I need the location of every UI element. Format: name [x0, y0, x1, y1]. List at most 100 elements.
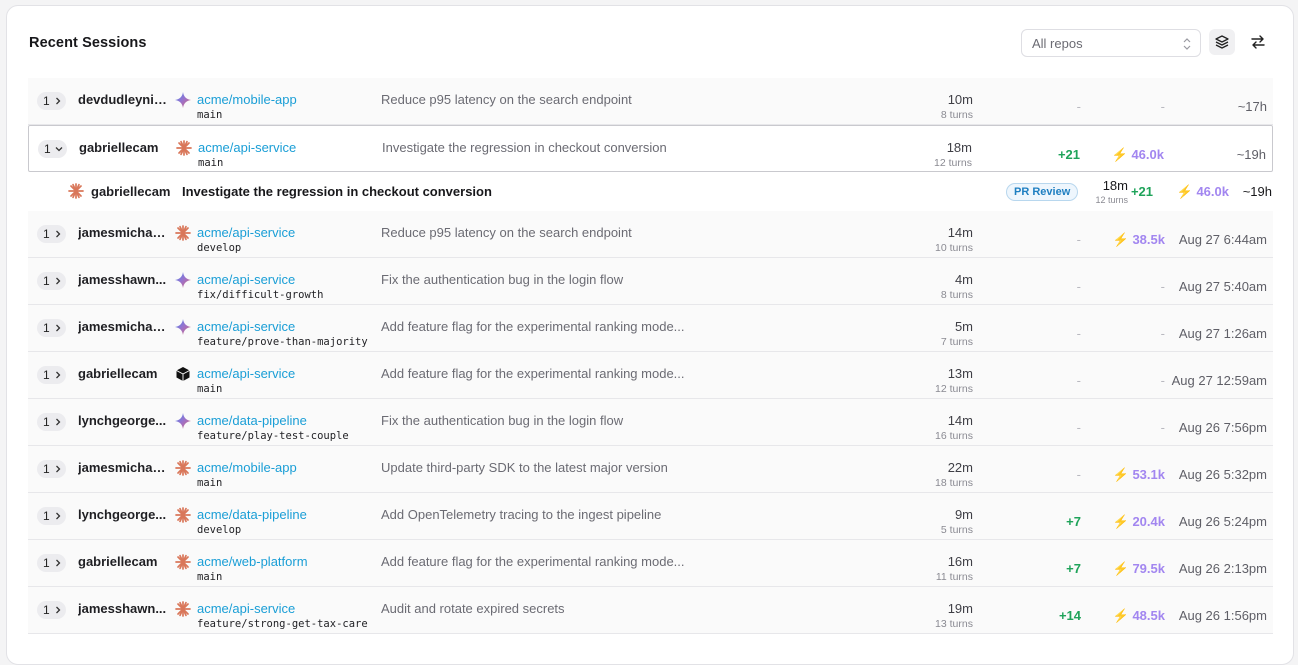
branch-name: develop [197, 524, 242, 536]
expand-toggle[interactable]: 1 [37, 366, 66, 384]
session-row[interactable]: 1 devdudleynic... acme/mobile-app main Reduc… [28, 78, 1273, 125]
repo-link[interactable]: acme/mobile-app [197, 92, 297, 107]
session-detail-row[interactable]: gabriellecam Investigate the regression i… [28, 172, 1273, 211]
expand-toggle[interactable]: 1 [37, 319, 66, 337]
repo-link[interactable]: acme/api-service [197, 601, 295, 616]
chevron-right-icon [55, 606, 61, 614]
session-count: 1 [43, 603, 50, 617]
panel-title: Recent Sessions [29, 35, 147, 51]
branch-name: main [197, 109, 223, 121]
branch-name: main [197, 477, 223, 489]
session-user: gabriellecam [79, 140, 159, 155]
expand-toggle[interactable]: 1 [37, 272, 66, 290]
lines-added: +21 [1057, 147, 1080, 162]
session-row[interactable]: 1 gabriellecam acme/web-platform main Add fe… [28, 540, 1273, 587]
sparkle-icon [175, 319, 191, 335]
session-duration: 18m [946, 140, 972, 155]
repo-link[interactable]: acme/api-service [197, 319, 295, 334]
token-count: ⚡ 79.5k [1112, 561, 1165, 576]
expand-toggle[interactable]: 1 [37, 601, 66, 619]
recent-sessions-panel: Recent Sessions All repos 1 devdudleynic.… [6, 5, 1294, 665]
branch-name: feature/play-test-couple [197, 430, 349, 442]
repo-filter-value: All repos [1032, 36, 1083, 51]
session-row[interactable]: 1 gabriellecam acme/api-service main Add fea… [28, 352, 1273, 399]
session-duration: 10m [947, 92, 973, 107]
session-user: lynchgeorge... [78, 413, 167, 428]
session-count: 1 [43, 227, 50, 241]
session-row[interactable]: 1 gabriellecam acme/api-service main Investi… [28, 125, 1273, 172]
repo-link[interactable]: acme/api-service [197, 225, 295, 240]
session-time: Aug 26 5:32pm [1178, 467, 1267, 482]
expand-toggle[interactable]: 1 [37, 413, 66, 431]
repo-link[interactable]: acme/web-platform [197, 554, 308, 569]
session-row[interactable]: 1 jamesmichae... acme/api-service develop Re… [28, 211, 1273, 258]
session-row[interactable]: 1 jamesmichae... acme/mobile-app main Update… [28, 446, 1273, 493]
session-count: 1 [43, 509, 50, 523]
session-turns: 11 turns [935, 571, 973, 583]
chevron-updown-icon [1183, 38, 1191, 50]
branch-name: feature/strong-get-tax-care [197, 618, 368, 630]
session-duration: 5m [954, 319, 973, 334]
burst-icon [176, 140, 192, 156]
lines-added: +7 [1066, 514, 1081, 529]
token-count: - [1160, 420, 1165, 435]
session-time: Aug 26 1:56pm [1178, 608, 1267, 623]
session-row[interactable]: 1 lynchgeorge... acme/data-pipeline feature… [28, 399, 1273, 446]
branch-name: main [197, 571, 223, 583]
session-duration: 14m [947, 225, 973, 240]
session-count: 1 [43, 274, 50, 288]
session-count: 1 [43, 321, 50, 335]
lines-added: +21 [1130, 184, 1153, 199]
session-task: Add feature flag for the experimental ra… [381, 366, 685, 381]
session-count: 1 [43, 556, 50, 570]
branch-name: main [198, 157, 224, 169]
expand-toggle[interactable]: 1 [37, 554, 66, 572]
session-turns: 12 turns [934, 157, 972, 169]
lines-added: - [1076, 99, 1081, 114]
repo-link[interactable]: acme/api-service [197, 272, 295, 287]
repo-filter-select[interactable]: All repos [1021, 29, 1201, 57]
expand-toggle[interactable]: 1 [37, 460, 66, 478]
repo-link[interactable]: acme/mobile-app [197, 460, 297, 475]
chevron-right-icon [55, 277, 61, 285]
repo-link[interactable]: acme/data-pipeline [197, 507, 307, 522]
session-user: jamesshawn... [78, 601, 167, 616]
repo-link[interactable]: acme/data-pipeline [197, 413, 307, 428]
token-count: ⚡ 53.1k [1112, 467, 1165, 482]
session-row[interactable]: 1 jamesshawn... acme/api-service feature/st… [28, 587, 1273, 634]
token-count: ⚡ 48.5k [1112, 608, 1165, 623]
session-row[interactable]: 1 jamesmichae... acme/api-service feature/p… [28, 305, 1273, 352]
sparkle-icon [175, 272, 191, 288]
session-time: Aug 26 7:56pm [1178, 420, 1267, 435]
session-user: jamesmichae... [78, 319, 170, 334]
sparkle-icon [175, 92, 191, 108]
layers-button[interactable] [1209, 29, 1235, 55]
session-task: Fix the authentication bug in the login … [381, 272, 624, 287]
session-turns: 5 turns [940, 524, 973, 536]
session-task: Audit and rotate expired secrets [381, 601, 565, 616]
expand-toggle[interactable]: 1 [37, 92, 66, 110]
session-duration: 16m [947, 554, 973, 569]
token-count: ⚡ 20.4k [1112, 514, 1165, 529]
session-duration: 13m [947, 366, 973, 381]
session-row[interactable]: 1 jamesshawn... acme/api-service fix/diffic… [28, 258, 1273, 305]
session-duration: 22m [947, 460, 973, 475]
swap-button[interactable] [1245, 29, 1271, 55]
repo-link[interactable]: acme/api-service [198, 140, 296, 155]
expand-toggle[interactable]: 1 [37, 507, 66, 525]
chevron-right-icon [55, 371, 61, 379]
lines-added: - [1076, 279, 1081, 294]
chevron-right-icon [55, 230, 61, 238]
session-count: 1 [44, 142, 51, 156]
session-user: jamesmichae... [78, 225, 170, 240]
sparkle-icon [175, 413, 191, 429]
expand-toggle[interactable]: 1 [38, 140, 67, 158]
lines-added: - [1076, 326, 1081, 341]
session-task: Reduce p95 latency on the search endpoin… [381, 92, 632, 107]
session-duration: 14m [947, 413, 973, 428]
session-row[interactable]: 1 lynchgeorge... acme/data-pipeline develop… [28, 493, 1273, 540]
repo-link[interactable]: acme/api-service [197, 366, 295, 381]
expand-toggle[interactable]: 1 [37, 225, 66, 243]
session-task: Add OpenTelemetry tracing to the ingest … [381, 507, 662, 522]
burst-icon [175, 507, 191, 523]
